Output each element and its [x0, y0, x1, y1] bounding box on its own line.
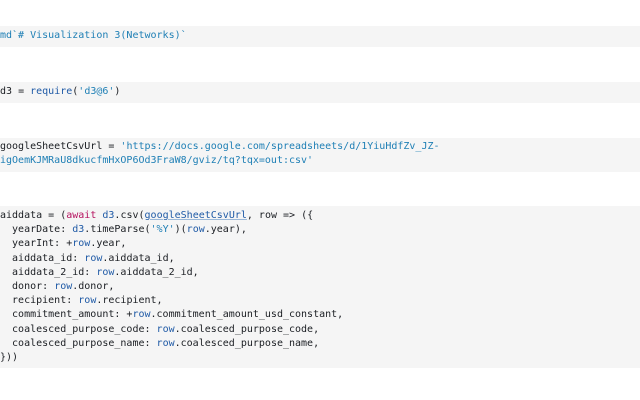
- code-cell-markdown[interactable]: md`# Visualization 3(Networks)`: [0, 26, 640, 47]
- code-line: donor: row.donor,: [0, 280, 115, 292]
- url-line-1: googleSheetCsvUrl = 'https://docs.google…: [0, 141, 440, 152]
- url-reference-link[interactable]: googleSheetCsvUrl: [145, 210, 247, 221]
- require-arg: 'd3@6': [78, 86, 115, 97]
- code-cell-require[interactable]: d3 = require('d3@6'): [0, 82, 640, 103]
- code-line: aiddata_id: row.aiddata_id,: [0, 252, 175, 264]
- url-string-part-1: 'https://docs.google.com/spreadsheets/d/…: [120, 141, 440, 152]
- code-line: yearInt: +row.year,: [0, 238, 127, 250]
- await-keyword: await: [66, 210, 97, 221]
- var-name: googleSheetCsvUrl: [0, 141, 103, 152]
- code-cell-aiddata[interactable]: aiddata = (await d3.csv(googleSheetCsvUr…: [0, 206, 640, 368]
- code-line: commitment_amount: +row.commitment_amoun…: [0, 309, 344, 321]
- code-line: coalesced_purpose_code: row.coalesced_pu…: [0, 323, 320, 335]
- url-string-part-2: igOemKJMRaU8dkucfmHxOP6Od3FraW8/gviz/tq?…: [0, 155, 314, 167]
- code-line: recipient: row.recipient,: [0, 295, 163, 307]
- code-line: })): [0, 351, 19, 363]
- code-line: coalesced_purpose_name: row.coalesced_pu…: [0, 337, 320, 349]
- code-line: aiddata_2_id: row.aiddata_2_id,: [0, 266, 199, 278]
- require-line: d3 = require('d3@6'): [0, 86, 121, 97]
- code-cell-url[interactable]: googleSheetCsvUrl = 'https://docs.google…: [0, 138, 640, 172]
- code-line: yearDate: d3.timeParse('%Y')(row.year),: [0, 224, 247, 236]
- require-fn: require: [30, 86, 73, 97]
- var-name: d3: [0, 86, 13, 97]
- code-line: aiddata = (await d3.csv(googleSheetCsvUr…: [0, 210, 314, 221]
- markdown-source: md`# Visualization 3(Networks)`: [0, 30, 187, 41]
